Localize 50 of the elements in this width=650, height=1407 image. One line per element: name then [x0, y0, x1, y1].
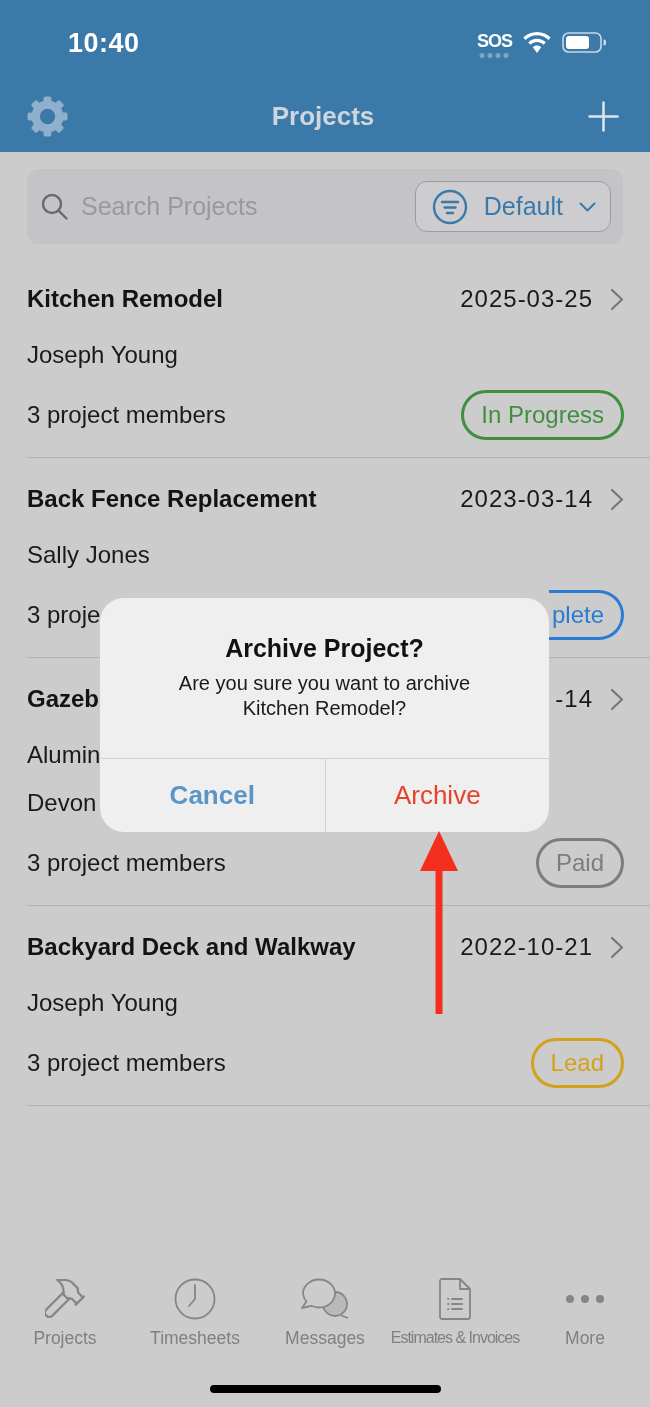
member-count: 3 project members [27, 849, 226, 877]
sos-label: SOS [477, 30, 512, 51]
status-badge: Paid [535, 838, 624, 888]
chevron-right-icon [610, 935, 624, 959]
project-title: Backyard Deck and Walkway [27, 933, 356, 961]
cancel-button[interactable]: Cancel [100, 759, 325, 832]
tab-bar-item[interactable]: Messages [260, 1278, 390, 1348]
project-detail: Alumin [27, 740, 101, 770]
chevron-right-icon [610, 287, 624, 311]
project-title: Kitchen Remodel [27, 285, 224, 313]
document-icon [439, 1278, 471, 1320]
tab-bar-item[interactable]: Projects [0, 1278, 130, 1348]
tab-bar-item[interactable]: Estimates & Invoices [390, 1278, 520, 1348]
project-date: 2023-03-14 [460, 485, 593, 513]
project-date: -14 [555, 685, 593, 713]
chevron-right-icon [610, 487, 624, 511]
member-count: 3 proje [27, 601, 101, 629]
caret-down-icon [579, 201, 596, 212]
add-icon[interactable] [588, 100, 619, 132]
hammer-icon [45, 1279, 85, 1319]
status-badge: In Progress [461, 390, 624, 440]
member-count: 3 project members [27, 1049, 226, 1077]
chat-bubbles-icon [300, 1278, 350, 1320]
wifi-icon [523, 31, 551, 53]
settings-icon[interactable] [27, 95, 68, 137]
project-detail: Joseph Young [27, 988, 178, 1018]
search-icon [41, 193, 68, 220]
tab-bar-item[interactable]: More [520, 1278, 650, 1348]
project-detail: Devon [27, 788, 97, 818]
clock-icon [174, 1278, 216, 1320]
dialog-title: Archive Project? [225, 633, 424, 663]
project-title: Back Fence Replacement [27, 485, 317, 513]
project-title: Gazeb [27, 685, 100, 713]
dialog-message: Are you sure you want to archive Kitchen Remodel? [177, 671, 472, 721]
screen-title: Projects [271, 100, 375, 132]
project-detail: Joseph Young [27, 340, 178, 370]
project-date: 2025-03-25 [460, 285, 593, 313]
battery-icon [562, 31, 606, 53]
status-time: 10:40 [68, 27, 140, 59]
project-date: 2022-10-21 [460, 933, 593, 961]
filter-icon [431, 188, 468, 225]
project-detail: Sally Jones [27, 540, 150, 570]
chevron-right-icon [610, 687, 624, 711]
member-count: 3 project members [27, 401, 226, 429]
status-badge: Lead [530, 1038, 624, 1088]
sort-button[interactable]: Default [414, 181, 611, 232]
signal-dots-icon [479, 52, 510, 58]
archive-button[interactable]: Archive [324, 759, 549, 832]
tab-bar-item[interactable]: Timesheets [130, 1278, 260, 1348]
more-icon [566, 1295, 604, 1303]
